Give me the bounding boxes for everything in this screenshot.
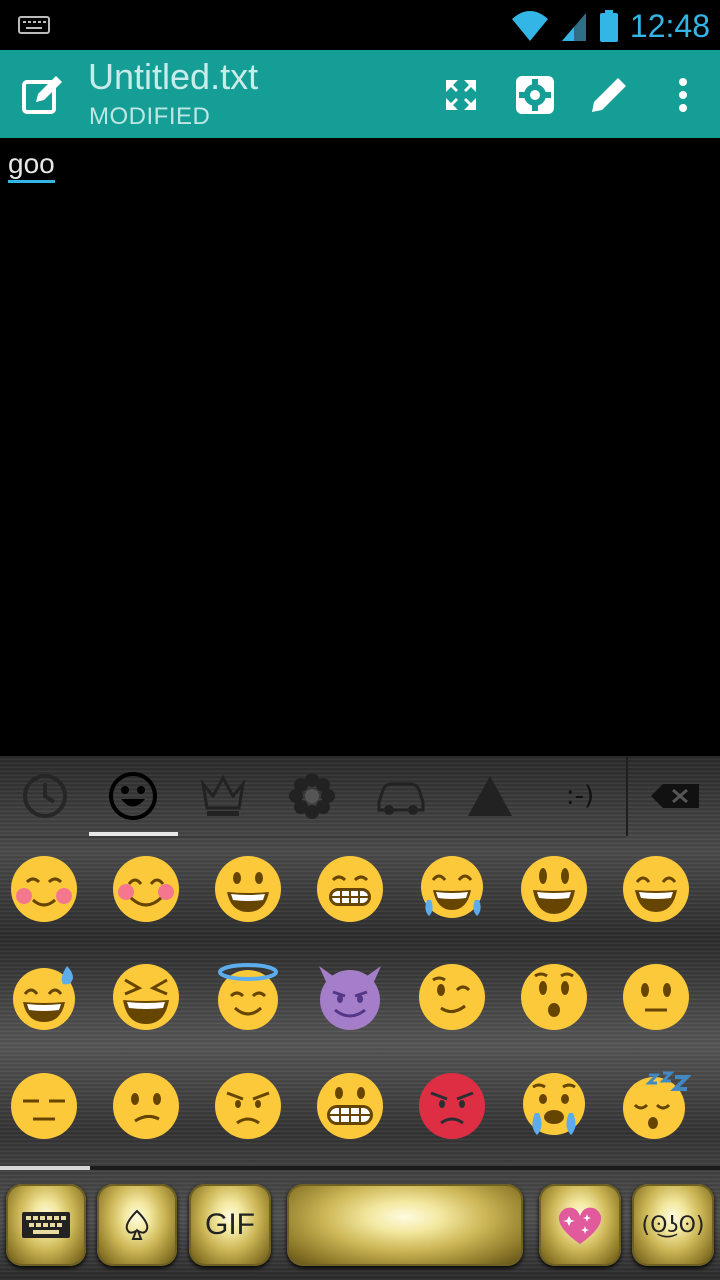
grin-squint[interactable] — [621, 854, 691, 924]
category-divider — [626, 756, 628, 836]
smiling-devil[interactable] — [315, 962, 385, 1032]
smiley-open[interactable] — [519, 854, 589, 924]
pencil-icon[interactable] — [584, 70, 634, 120]
wifi-icon — [511, 11, 548, 41]
text-editor[interactable]: goo — [0, 138, 720, 756]
category-baseline — [0, 836, 626, 838]
crown-icon[interactable] — [193, 766, 253, 826]
fullscreen-icon[interactable] — [436, 70, 486, 120]
theme-button[interactable] — [539, 1184, 621, 1266]
edit-icon[interactable] — [20, 72, 66, 118]
emoji-keyboard: :-) GIF (ʘ͜ʖʘ) — [0, 756, 720, 1280]
battery-icon — [599, 10, 618, 42]
kaomoji-label: (ʘ͜ʖʘ) — [641, 1212, 705, 1238]
document-status: MODIFIED — [89, 103, 211, 130]
expressionless[interactable] — [9, 1071, 79, 1141]
keyboard-icon — [22, 1212, 70, 1238]
gif-button[interactable]: GIF — [189, 1184, 271, 1266]
backspace-icon[interactable] — [645, 766, 705, 826]
page-indicator-active — [0, 1166, 90, 1170]
recent-icon[interactable] — [15, 766, 75, 826]
smiling-eyes-blush[interactable] — [111, 854, 181, 924]
settings-icon[interactable] — [510, 70, 560, 120]
grimace-grin[interactable] — [315, 854, 385, 924]
tears-of-joy[interactable] — [417, 854, 487, 924]
sleeping-face[interactable] — [621, 1071, 691, 1141]
halo-smile[interactable] — [213, 962, 283, 1032]
signal-icon — [561, 13, 586, 41]
status-bar: 12:48 — [0, 0, 720, 50]
grimacing-face[interactable] — [315, 1071, 385, 1141]
gif-label: GIF — [205, 1208, 255, 1241]
smiley-icon[interactable] — [103, 766, 163, 826]
winking-face[interactable] — [417, 962, 487, 1032]
clock: 12:48 — [629, 7, 710, 44]
symbols-button[interactable] — [97, 1184, 177, 1266]
crying-face[interactable] — [519, 1071, 589, 1141]
overflow-icon[interactable] — [658, 70, 708, 120]
neutral-face[interactable] — [621, 962, 691, 1032]
flower-icon[interactable] — [282, 766, 342, 826]
smiling-blush[interactable] — [9, 854, 79, 924]
confused-face[interactable] — [111, 1071, 181, 1141]
space-bar[interactable] — [287, 1184, 523, 1266]
action-bar: Untitled.txt MODIFIED — [0, 50, 720, 138]
sweat-smile[interactable] — [9, 962, 79, 1032]
keyboard-switch-button[interactable] — [6, 1184, 86, 1266]
spade-icon — [125, 1209, 149, 1240]
car-icon[interactable] — [371, 766, 431, 826]
kaomoji-button[interactable]: (ʘ͜ʖʘ) — [632, 1184, 714, 1266]
laughing-squint[interactable] — [111, 962, 181, 1032]
keyboard-indicator-icon — [18, 16, 50, 34]
sparkle-heart-icon — [558, 1207, 602, 1244]
hushed-face[interactable] — [519, 962, 589, 1032]
emoji-category-bar: :-) — [0, 756, 720, 838]
pouting-face[interactable] — [417, 1071, 487, 1141]
emoji-page-indicator — [0, 1166, 720, 1170]
grinning-face[interactable] — [213, 854, 283, 924]
editor-text[interactable]: goo — [8, 148, 55, 183]
angry-face[interactable] — [213, 1071, 283, 1141]
emoticon-text[interactable]: :-) — [550, 766, 610, 826]
document-title: Untitled.txt — [88, 56, 259, 97]
triangle-icon[interactable] — [460, 766, 520, 826]
